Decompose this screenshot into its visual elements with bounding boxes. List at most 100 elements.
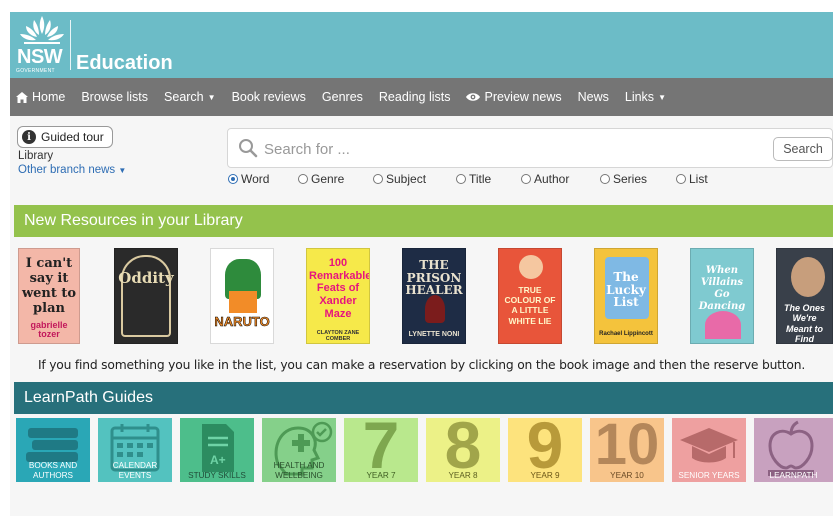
book-title: THE PRISON HEALER	[405, 258, 463, 298]
book-title: The Ones We're Meant to Find	[783, 303, 825, 344]
nav-browse-lists[interactable]: Browse lists	[81, 90, 148, 104]
waratah-icon	[20, 16, 64, 44]
tile-label: BOOKS AND AUTHORS	[28, 461, 78, 480]
radio-unselected-icon	[373, 174, 383, 184]
tile-number: 9	[526, 418, 564, 482]
tile-year-10[interactable]: 10 YEAR 10	[590, 418, 664, 482]
learnpath-tiles: BOOKS AND AUTHORS CALENDAR EVENTS A+ STU…	[10, 418, 833, 482]
book-cover[interactable]: Oddity	[114, 248, 178, 344]
site-header: NSW GOVERNMENT Education	[10, 12, 833, 78]
radio-selected-icon	[228, 174, 238, 184]
nav-browse-lists-label: Browse lists	[81, 90, 149, 104]
tile-learnpath[interactable]: LEARNPATH	[754, 418, 833, 482]
radio-series[interactable]: Series	[600, 172, 647, 186]
radio-author[interactable]: Author	[521, 172, 569, 186]
eye-icon	[466, 93, 481, 101]
tile-calendar-events[interactable]: CALENDAR EVENTS	[98, 418, 172, 482]
book-cover[interactable]: The Lucky List Rachael Lippincott	[594, 248, 658, 344]
book-cover[interactable]: 100 Remarkable Feats of Xander Maze CLAY…	[306, 248, 370, 344]
search-icon	[239, 139, 258, 158]
nav-links-label: Links	[624, 90, 655, 104]
caret-down-icon: ▼	[118, 166, 127, 175]
other-branch-news-link[interactable]: Other branch news ▼	[18, 164, 126, 176]
book-author: Rachael Lippincott	[599, 331, 653, 337]
info-icon: i	[22, 130, 36, 144]
nav-news[interactable]: News	[578, 90, 609, 104]
radio-list[interactable]: List	[676, 172, 708, 186]
new-resources-heading: New Resources in your Library	[14, 205, 833, 237]
nav-reading-lists[interactable]: Reading lists	[379, 90, 451, 104]
nav-search[interactable]: Search ▼	[164, 90, 216, 104]
book-title: When Villains Go Dancing	[698, 265, 746, 312]
cover-art	[519, 255, 543, 279]
reservation-hint: If you find something you like in the li…	[37, 358, 806, 372]
tile-label: YEAR 8	[448, 470, 478, 480]
tile-year-9[interactable]: 9 YEAR 9	[508, 418, 582, 482]
nav-genres-label: Genres	[321, 90, 363, 104]
library-label: Library	[18, 150, 54, 162]
nav-preview-news[interactable]: Preview news	[466, 90, 562, 104]
nav-genres[interactable]: Genres	[322, 90, 363, 104]
book-cover[interactable]: THE PRISON HEALER LYNETTE NONI	[402, 248, 466, 344]
tile-year-7[interactable]: 7 YEAR 7	[344, 418, 418, 482]
book-title: The Lucky List	[606, 270, 646, 310]
tile-year-8[interactable]: 8 YEAR 8	[426, 418, 500, 482]
book-cover[interactable]: When Villains Go Dancing	[690, 248, 754, 344]
nav-news-label: News	[577, 90, 609, 104]
site-title[interactable]: Education	[76, 52, 173, 75]
book-cover[interactable]: TRUE COLOUR OF A LITTLE WHITE LIE	[498, 248, 562, 344]
nsw-logo[interactable]: NSW GOVERNMENT	[14, 14, 70, 76]
tile-senior-years[interactable]: SENIOR YEARS	[672, 418, 746, 482]
cover-art	[425, 295, 445, 323]
radio-subject[interactable]: Subject	[373, 172, 426, 186]
tile-label: SENIOR YEARS	[678, 470, 740, 480]
ornate-frame	[121, 255, 171, 337]
book-cover[interactable]: The Ones We're Meant to Find	[776, 248, 833, 344]
nav-links[interactable]: Links ▼	[625, 90, 666, 104]
radio-unselected-icon	[676, 174, 686, 184]
radio-genre[interactable]: Genre	[298, 172, 344, 186]
radio-author-label: Author	[534, 172, 570, 186]
tile-label: YEAR 9	[530, 470, 560, 480]
book-title: I can't say it went to plan	[21, 256, 77, 316]
nav-home[interactable]: Home	[16, 90, 65, 104]
search-box: Search	[227, 128, 833, 168]
radio-series-label: Series	[613, 172, 648, 186]
radio-subject-label: Subject	[386, 172, 427, 186]
book-author: CLAYTON ZANE COMBER	[316, 330, 360, 342]
tile-label: HEALTH AND WELLBEING	[273, 461, 325, 480]
radio-word[interactable]: Word	[228, 172, 269, 186]
radio-word-label: Word	[241, 172, 270, 186]
radio-title[interactable]: Title	[456, 172, 491, 186]
radio-unselected-icon	[298, 174, 308, 184]
learnpath-heading: LearnPath Guides	[14, 382, 833, 414]
book-author: gabrielle tozer	[30, 320, 68, 340]
logo-government-text: GOVERNMENT	[16, 68, 55, 74]
cover-art	[229, 291, 257, 313]
book-title: Oddity	[118, 269, 174, 287]
nav-search-label: Search	[164, 90, 204, 104]
book-cover[interactable]: NARUTO	[210, 248, 274, 344]
search-input[interactable]	[264, 135, 734, 163]
book-title: TRUE COLOUR OF A LITTLE WHITE LIE	[504, 285, 556, 326]
radio-title-label: Title	[469, 172, 492, 186]
tile-books-and-authors[interactable]: BOOKS AND AUTHORS	[16, 418, 90, 482]
tile-health-and-wellbeing[interactable]: HEALTH AND WELLBEING	[262, 418, 336, 482]
tile-label: STUDY SKILLS	[188, 470, 246, 480]
nav-home-label: Home	[32, 90, 66, 104]
radio-list-label: List	[689, 172, 708, 186]
nav-reading-lists-label: Reading lists	[378, 90, 451, 104]
svg-text:A+: A+	[210, 453, 226, 467]
nav-book-reviews[interactable]: Book reviews	[232, 90, 306, 104]
logo-divider	[70, 20, 71, 70]
tile-number: 8	[444, 418, 482, 482]
search-type-options: Word Genre Subject Title Author Series L…	[228, 172, 833, 188]
search-button[interactable]: Search	[773, 137, 833, 161]
tile-label: YEAR 7	[366, 470, 396, 480]
app-frame: NSW GOVERNMENT Education Home Browse lis…	[10, 12, 833, 516]
book-title: NARUTO	[214, 314, 270, 329]
tile-number: 10	[594, 418, 660, 477]
guided-tour-button[interactable]: i Guided tour	[17, 126, 113, 148]
book-cover[interactable]: I can't say it went to plan gabrielle to…	[18, 248, 80, 344]
tile-study-skills[interactable]: A+ STUDY SKILLS	[180, 418, 254, 482]
